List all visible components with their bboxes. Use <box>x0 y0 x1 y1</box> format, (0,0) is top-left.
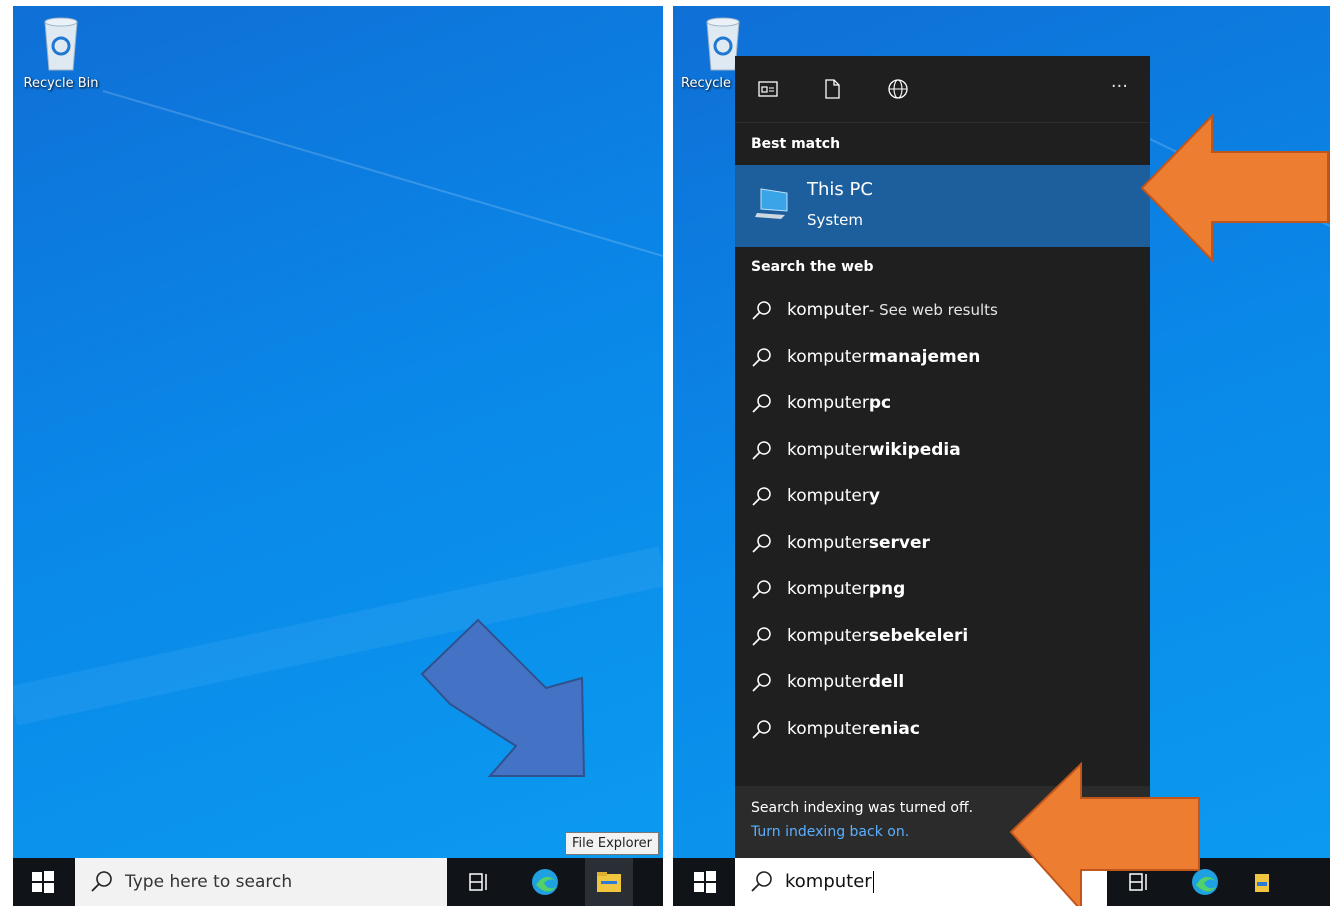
edge-icon <box>532 869 558 895</box>
web-result-prefix: komputer <box>787 300 869 321</box>
best-match-title: This PC <box>807 179 873 200</box>
search-icon <box>752 580 771 599</box>
search-icon <box>752 394 771 413</box>
search-icon <box>752 673 771 692</box>
web-result-bold: server <box>868 532 930 553</box>
web-result-item[interactable]: komputer wikipedia <box>735 427 1150 474</box>
file-explorer-tooltip: File Explorer <box>565 832 660 855</box>
this-pc-icon <box>755 188 788 219</box>
web-result-prefix: komputer <box>787 439 869 460</box>
web-result-prefix: komputer <box>787 486 869 507</box>
search-icon <box>752 627 771 646</box>
search-icon <box>751 871 772 892</box>
web-result-item[interactable]: komputer sebekeleri <box>735 613 1150 660</box>
web-result-item[interactable]: komputer pc <box>735 380 1150 427</box>
documents-filter-icon[interactable] <box>821 78 843 100</box>
task-view-icon <box>469 873 487 891</box>
desktop-right: Recycle ··· Best match This PC System Se… <box>673 6 1330 906</box>
web-result-bold: png <box>868 579 906 600</box>
best-match-subtitle: System <box>807 211 863 229</box>
web-result-item[interactable]: komputer - See web results <box>735 287 1150 334</box>
search-icon <box>752 348 771 367</box>
web-result-item[interactable]: komputer manajemen <box>735 334 1150 381</box>
web-result-bold: pc <box>868 393 892 414</box>
search-icon <box>752 487 771 506</box>
start-button[interactable] <box>681 858 729 906</box>
web-result-prefix: komputer <box>787 579 869 600</box>
web-result-prefix: komputer <box>787 672 869 693</box>
web-results-list: komputer - See web results komputer manaj… <box>735 287 1150 752</box>
web-result-prefix: komputer <box>787 346 869 367</box>
search-web-heading: Search the web <box>751 259 874 275</box>
search-icon <box>752 720 771 739</box>
blue-arrow-annotation <box>420 618 586 777</box>
start-button[interactable] <box>19 858 67 906</box>
web-result-item[interactable]: komputer y <box>735 473 1150 520</box>
best-match-heading: Best match <box>751 136 841 152</box>
web-result-item[interactable]: komputer server <box>735 520 1150 567</box>
web-result-item[interactable]: komputer eniac <box>735 706 1150 753</box>
web-result-prefix: komputer <box>787 393 869 414</box>
web-result-bold: y <box>868 486 880 507</box>
search-icon <box>91 871 112 892</box>
web-result-prefix: komputer <box>787 625 869 646</box>
recycle-bin-label: Recycle Bin <box>23 76 99 91</box>
web-result-bold: wikipedia <box>868 439 961 460</box>
search-query-text[interactable]: komputer <box>785 871 874 893</box>
desktop-left: Recycle Bin File Explorer Type here to s… <box>13 6 663 906</box>
taskbar-search-box[interactable]: Type here to search <box>75 858 447 906</box>
flyout-filter-bar: ··· <box>735 56 1150 123</box>
web-result-bold: dell <box>868 672 905 693</box>
best-match-item[interactable]: This PC System <box>735 165 1150 247</box>
search-placeholder: Type here to search <box>125 872 293 892</box>
file-explorer-taskbar-button[interactable] <box>1239 858 1287 906</box>
task-view-button[interactable] <box>455 858 503 906</box>
web-result-suffix: - See web results <box>868 301 998 320</box>
web-result-bold: sebekeleri <box>868 625 969 646</box>
taskbar-left: Type here to search <box>13 858 663 906</box>
apps-filter-icon[interactable] <box>757 78 779 100</box>
search-icon <box>752 441 771 460</box>
search-icon <box>752 301 771 320</box>
web-result-prefix: komputer <box>787 718 869 739</box>
recycle-bin-icon <box>44 17 78 71</box>
orange-arrow-search-box <box>1009 762 1200 906</box>
folder-icon <box>1255 874 1269 892</box>
windows-logo-icon <box>32 871 54 893</box>
edge-taskbar-button[interactable] <box>521 858 569 906</box>
web-result-bold: manajemen <box>868 346 981 367</box>
search-flyout: ··· Best match This PC System Search the… <box>735 56 1150 858</box>
windows-logo-icon <box>694 871 716 893</box>
search-icon <box>752 534 771 553</box>
folder-icon <box>597 872 621 892</box>
text-caret <box>872 871 874 893</box>
web-result-prefix: komputer <box>787 532 869 553</box>
web-filter-icon[interactable] <box>887 78 909 100</box>
orange-arrow-best-match <box>1140 114 1329 263</box>
web-result-bold: eniac <box>868 718 920 739</box>
file-explorer-taskbar-button[interactable] <box>585 858 633 906</box>
recycle-bin-shortcut[interactable]: Recycle Bin <box>15 16 107 91</box>
web-result-item[interactable]: komputer png <box>735 566 1150 613</box>
more-options-button[interactable]: ··· <box>1111 76 1128 97</box>
web-result-item[interactable]: komputer dell <box>735 659 1150 706</box>
